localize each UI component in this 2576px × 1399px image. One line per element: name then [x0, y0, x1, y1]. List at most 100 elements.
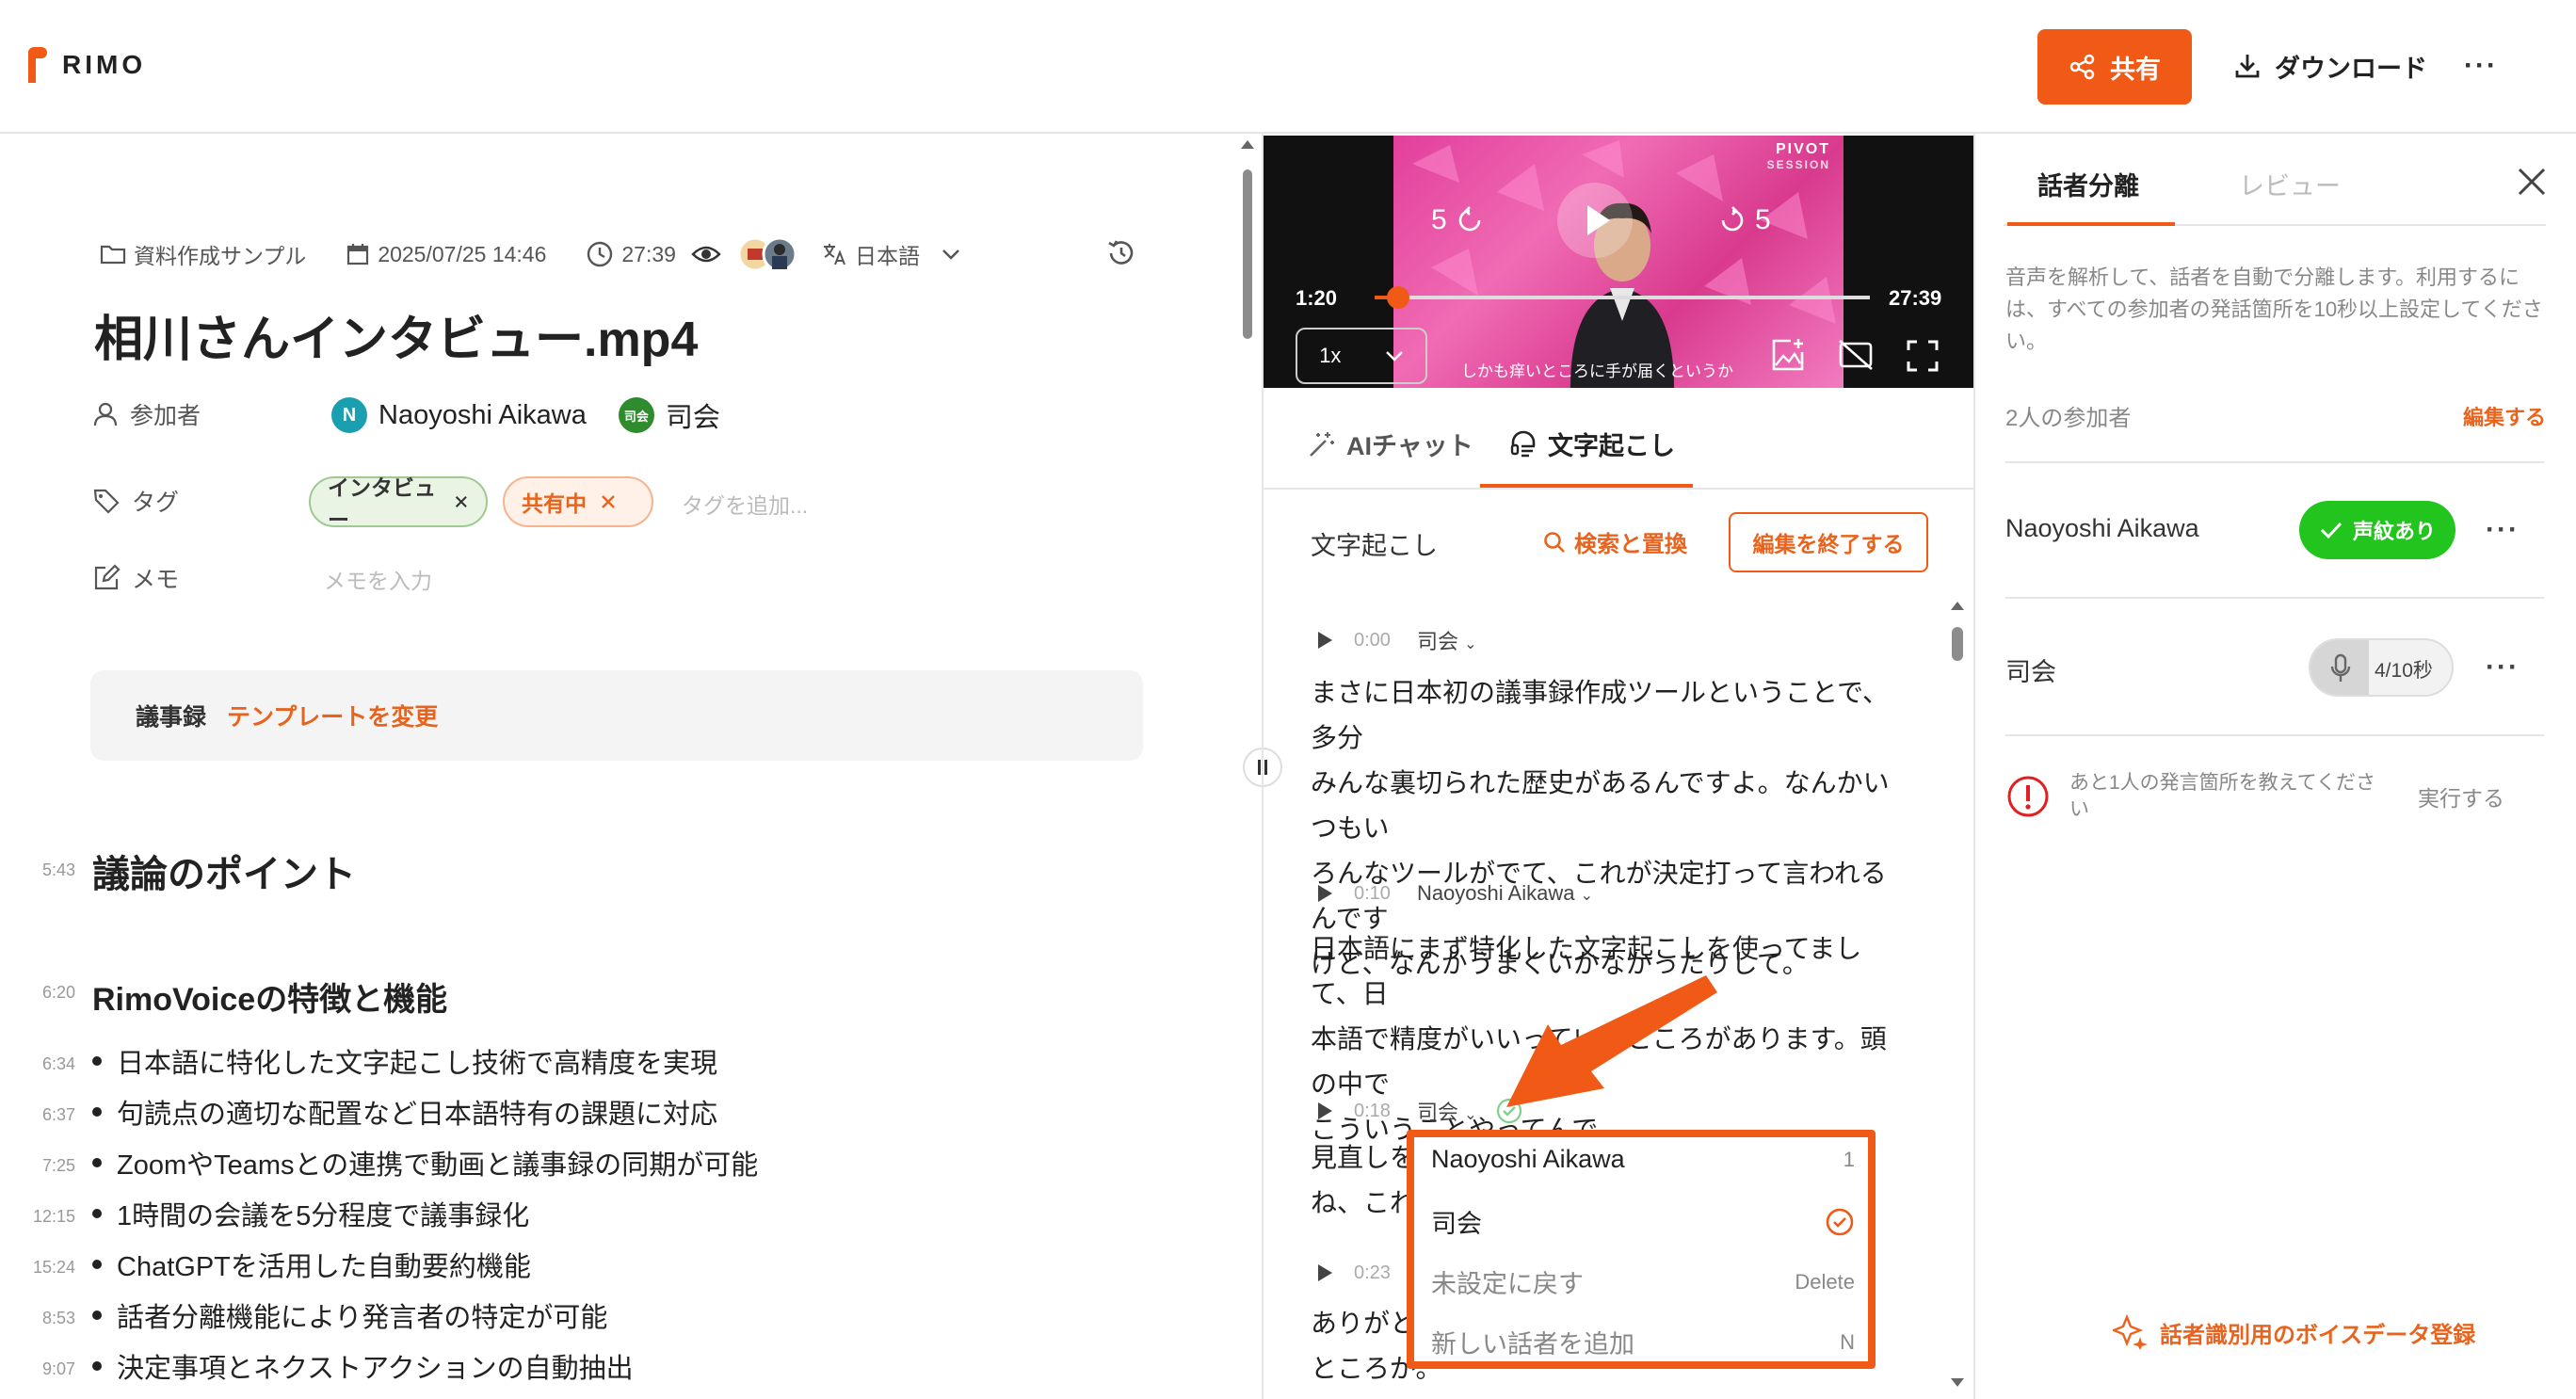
- scroll-thumb[interactable]: [1952, 627, 1963, 661]
- rimo-logo[interactable]: RIMO: [28, 47, 146, 83]
- segment-timestamp[interactable]: 0:18: [1354, 1101, 1391, 1122]
- page-title[interactable]: 相川さんインタビュー.mp4: [94, 299, 698, 370]
- change-template-link[interactable]: テンプレートを変更: [227, 699, 438, 732]
- dropdown-item-naoyoshi[interactable]: Naoyoshi Aikawa 1: [1431, 1145, 1855, 1174]
- participant-shikai[interactable]: 司会 司会: [618, 395, 720, 435]
- language-select[interactable]: 日本語: [821, 238, 961, 270]
- app-header: RIMO 共有 ダウンロード ···: [0, 0, 2576, 134]
- memo-input[interactable]: メモを入力: [324, 563, 432, 595]
- scroll-down-arrow-icon[interactable]: [1949, 1376, 1966, 1390]
- timestamp[interactable]: 9:07: [17, 1359, 75, 1379]
- voice-sample-progress[interactable]: 4/10秒: [2309, 638, 2454, 697]
- seek-bar[interactable]: [1375, 286, 1870, 309]
- play-icon: [1587, 205, 1610, 235]
- alert-icon: [2007, 776, 2049, 817]
- close-panel-button[interactable]: [2516, 166, 2548, 198]
- tag-interview[interactable]: インタビュー: [309, 475, 488, 532]
- participant-name: Naoyoshi Aikawa: [378, 399, 587, 430]
- timestamp[interactable]: 6:20: [17, 983, 75, 1003]
- speaker-select[interactable]: Naoyoshi Aikawa ⌄: [1417, 881, 1593, 906]
- share-button[interactable]: 共有: [2037, 29, 2192, 105]
- search-replace-button[interactable]: 検索と置換: [1542, 525, 1687, 558]
- segment-timestamp[interactable]: 0:00: [1354, 630, 1391, 651]
- tab-label: 文字起こし: [1548, 432, 1675, 460]
- close-icon[interactable]: [454, 493, 469, 510]
- annotation-arrow: [1506, 975, 1717, 1107]
- playback-speed-select[interactable]: 1x: [1296, 328, 1427, 384]
- segment-timestamp[interactable]: 0:23: [1354, 1262, 1391, 1284]
- segment-header: 0:00 司会 ⌄: [1312, 625, 1476, 655]
- skip-forward-button[interactable]: 5: [1715, 203, 1771, 237]
- dropdown-item-shikai[interactable]: 司会: [1431, 1203, 1855, 1240]
- tab-review[interactable]: レビュー: [2239, 166, 2341, 202]
- outline-bullet: ZoomやTeamsとの連携で動画と議事録の同期が可能: [92, 1143, 758, 1182]
- voice-register-link[interactable]: 話者識別用のボイスデータ登録: [2113, 1314, 2475, 1350]
- tab-ai-chat[interactable]: AIチャット: [1307, 426, 1473, 462]
- dropdown-shortcut: Delete: [1795, 1269, 1855, 1294]
- share-icon: [2069, 54, 2095, 80]
- play-icon[interactable]: [1312, 629, 1335, 651]
- run-button[interactable]: 実行する: [2418, 780, 2504, 812]
- tags-label: タグ: [92, 484, 179, 518]
- captions-toggle[interactable]: [1838, 339, 1874, 371]
- timestamp[interactable]: 7:25: [17, 1156, 75, 1176]
- scroll-up-arrow-icon[interactable]: [1949, 599, 1966, 612]
- viewer-avatars[interactable]: [736, 235, 800, 273]
- segment-timestamp[interactable]: 0:10: [1354, 883, 1391, 905]
- dropdown-shortcut: N: [1840, 1329, 1855, 1354]
- dropdown-item-label: 未設定に戻す: [1431, 1270, 1584, 1298]
- timestamp[interactable]: 5:43: [17, 860, 75, 880]
- bullet-text: 決定事項とネクストアクションの自動抽出: [117, 1354, 634, 1384]
- avatar: N: [331, 397, 367, 433]
- timestamp[interactable]: 6:34: [17, 1054, 75, 1074]
- play-icon[interactable]: [1312, 1100, 1335, 1122]
- speaker-more-button[interactable]: ···: [2486, 651, 2520, 683]
- visibility-toggle[interactable]: [691, 243, 721, 265]
- play-icon[interactable]: [1312, 882, 1335, 905]
- dropdown-item-unset[interactable]: 未設定に戻す Delete: [1431, 1263, 1855, 1300]
- voiceprint-badge[interactable]: 声紋あり: [2299, 501, 2455, 559]
- edit-participants-link[interactable]: 編集する: [2463, 401, 2546, 431]
- close-icon[interactable]: [600, 493, 617, 510]
- end-edit-button[interactable]: 編集を終了する: [1729, 512, 1928, 572]
- speaker-more-button[interactable]: ···: [2486, 514, 2520, 546]
- divider: [2005, 734, 2544, 736]
- tab-transcript[interactable]: 文字起こし: [1508, 426, 1675, 462]
- download-icon: [2235, 55, 2260, 78]
- tag-sharing[interactable]: 共有中: [503, 476, 653, 527]
- speaker-select[interactable]: 司会 ⌄: [1417, 625, 1477, 655]
- skip-back-button[interactable]: 5: [1431, 203, 1487, 237]
- timestamp[interactable]: 12:15: [17, 1207, 75, 1227]
- play-button[interactable]: [1557, 183, 1633, 258]
- fullscreen-button[interactable]: [1906, 339, 1940, 373]
- dropdown-item-add-speaker[interactable]: 新しい話者を追加 N: [1431, 1324, 1855, 1360]
- captions-off-icon: [1839, 340, 1873, 370]
- scroll-thumb[interactable]: [1243, 169, 1252, 339]
- timestamp[interactable]: 8:53: [17, 1309, 75, 1328]
- history-button[interactable]: [1105, 237, 1137, 269]
- transcript-scrollbar[interactable]: [1949, 599, 1966, 1399]
- download-label: ダウンロード: [2275, 54, 2427, 83]
- screenshot-button[interactable]: [1770, 337, 1806, 373]
- date-info: 2025/07/25 14:46: [346, 242, 546, 267]
- share-label: 共有: [2110, 55, 2161, 84]
- download-button[interactable]: ダウンロード: [2233, 47, 2427, 85]
- divider: [2005, 461, 2544, 463]
- folder-name: 資料作成サンプル: [134, 244, 307, 268]
- segment-line: まさに日本初の議事録作成ツールということで、多分: [1311, 678, 1890, 752]
- outline-bullet: 日本語に特化した文字起こし技術で高精度を実現: [92, 1041, 717, 1081]
- play-icon[interactable]: [1312, 1262, 1335, 1284]
- speaker-select[interactable]: 司会 ⌄: [1417, 1096, 1477, 1126]
- translate-icon: [823, 244, 845, 265]
- scroll-up-arrow-icon[interactable]: [1239, 137, 1256, 151]
- folder-link[interactable]: 資料作成サンプル: [100, 238, 306, 270]
- add-tag-input[interactable]: タグを追加...: [682, 488, 808, 520]
- sparkle-icon: [2113, 1314, 2148, 1350]
- tab-diarization[interactable]: 話者分離: [2037, 166, 2139, 202]
- timestamp[interactable]: 6:37: [17, 1105, 75, 1125]
- chevron-down-icon: [942, 249, 959, 260]
- participant-naoyoshi[interactable]: N Naoyoshi Aikawa: [331, 395, 587, 435]
- more-menu-button[interactable]: ···: [2457, 47, 2504, 85]
- timestamp[interactable]: 15:24: [17, 1258, 75, 1278]
- memo-label-text: メモ: [132, 567, 180, 593]
